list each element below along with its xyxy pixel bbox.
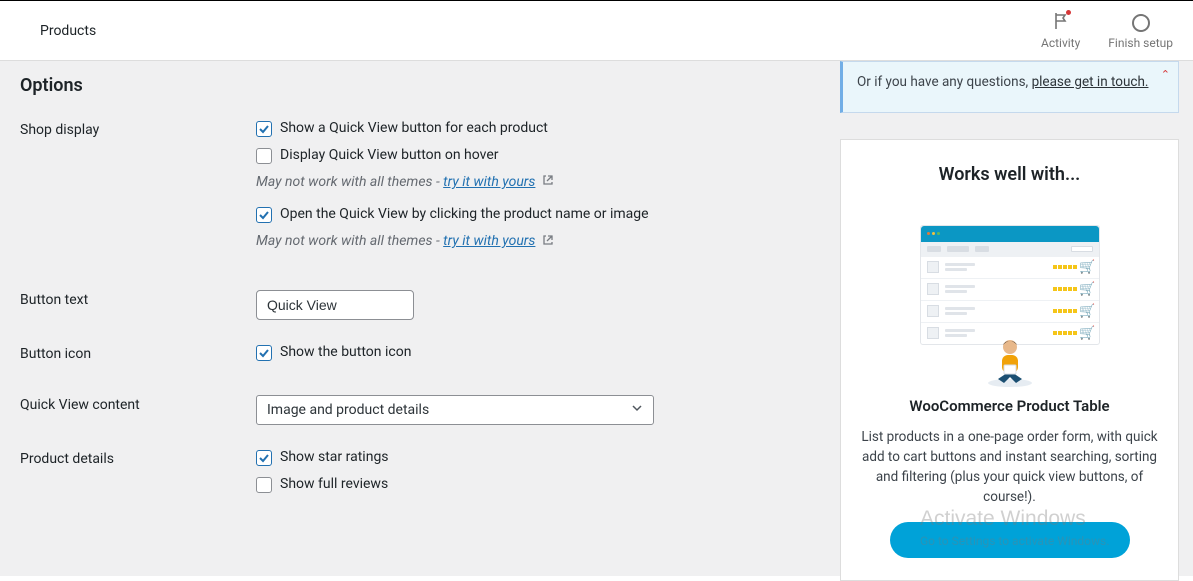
promo-description: List products in a one-page order form, … bbox=[861, 427, 1158, 508]
get-in-touch-link[interactable]: please get in touch. bbox=[1032, 74, 1149, 90]
helper-text: May not work with all themes - try it wi… bbox=[256, 233, 814, 249]
external-link-icon bbox=[542, 234, 554, 250]
promo-illustration: 🛒 🛒 🛒 🛒 bbox=[920, 207, 1100, 387]
section-title: Options bbox=[20, 75, 814, 96]
activity-label: Activity bbox=[1041, 36, 1080, 50]
external-link-icon bbox=[542, 174, 554, 190]
checkbox-show-icon[interactable] bbox=[256, 345, 272, 361]
checkbox-label[interactable]: Show the button icon bbox=[280, 344, 411, 360]
top-bar: Products Activity Finish setup bbox=[0, 0, 1193, 61]
page-title: Products bbox=[40, 23, 96, 39]
chevron-down-icon bbox=[631, 402, 643, 418]
circle-icon bbox=[1132, 14, 1150, 32]
button-text-input[interactable] bbox=[256, 290, 414, 320]
settings-form: Options Shop display Show a Quick View b… bbox=[20, 61, 814, 576]
checkbox-full-reviews[interactable] bbox=[256, 477, 272, 493]
select-value: Image and product details bbox=[267, 402, 429, 418]
try-it-link[interactable]: try it with yours bbox=[443, 174, 535, 190]
quick-view-content-select[interactable]: Image and product details bbox=[256, 395, 654, 425]
flag-icon bbox=[1053, 12, 1069, 33]
checkbox-hover[interactable] bbox=[256, 148, 272, 164]
button-icon-label: Button icon bbox=[20, 344, 256, 371]
checkbox-label[interactable]: Display Quick View button on hover bbox=[280, 147, 499, 163]
checkbox-label[interactable]: Show star ratings bbox=[280, 449, 389, 465]
checkbox-show-quick-view[interactable] bbox=[256, 121, 272, 137]
promo-heading: WooCommerce Product Table bbox=[861, 397, 1158, 415]
promo-card: Works well with... 🛒 🛒 🛒 🛒 bbox=[840, 139, 1179, 581]
promo-title: Works well with... bbox=[861, 164, 1158, 185]
try-it-link[interactable]: try it with yours bbox=[443, 233, 535, 249]
finish-setup-label: Finish setup bbox=[1108, 36, 1173, 50]
notice-text: Or if you have any questions, bbox=[857, 74, 1032, 90]
checkbox-open-click[interactable] bbox=[256, 207, 272, 223]
shop-display-label: Shop display bbox=[20, 120, 256, 266]
activity-button[interactable]: Activity bbox=[1041, 12, 1080, 50]
checkbox-label[interactable]: Open the Quick View by clicking the prod… bbox=[280, 206, 649, 222]
checkbox-label[interactable]: Show a Quick View button for each produc… bbox=[280, 120, 548, 136]
quick-view-content-label: Quick View content bbox=[20, 395, 256, 425]
button-text-label: Button text bbox=[20, 290, 256, 320]
checkbox-star-ratings[interactable] bbox=[256, 450, 272, 466]
person-icon bbox=[980, 327, 1040, 391]
checkbox-label[interactable]: Show full reviews bbox=[280, 476, 388, 492]
helper-text: May not work with all themes - try it wi… bbox=[256, 174, 814, 190]
product-details-label: Product details bbox=[20, 449, 256, 503]
notice-box: ⌃ Or if you have any questions, please g… bbox=[840, 61, 1179, 113]
promo-cta-button[interactable] bbox=[890, 522, 1130, 558]
finish-setup-button[interactable]: Finish setup bbox=[1108, 12, 1173, 50]
caret-up-icon: ⌃ bbox=[1161, 66, 1170, 84]
